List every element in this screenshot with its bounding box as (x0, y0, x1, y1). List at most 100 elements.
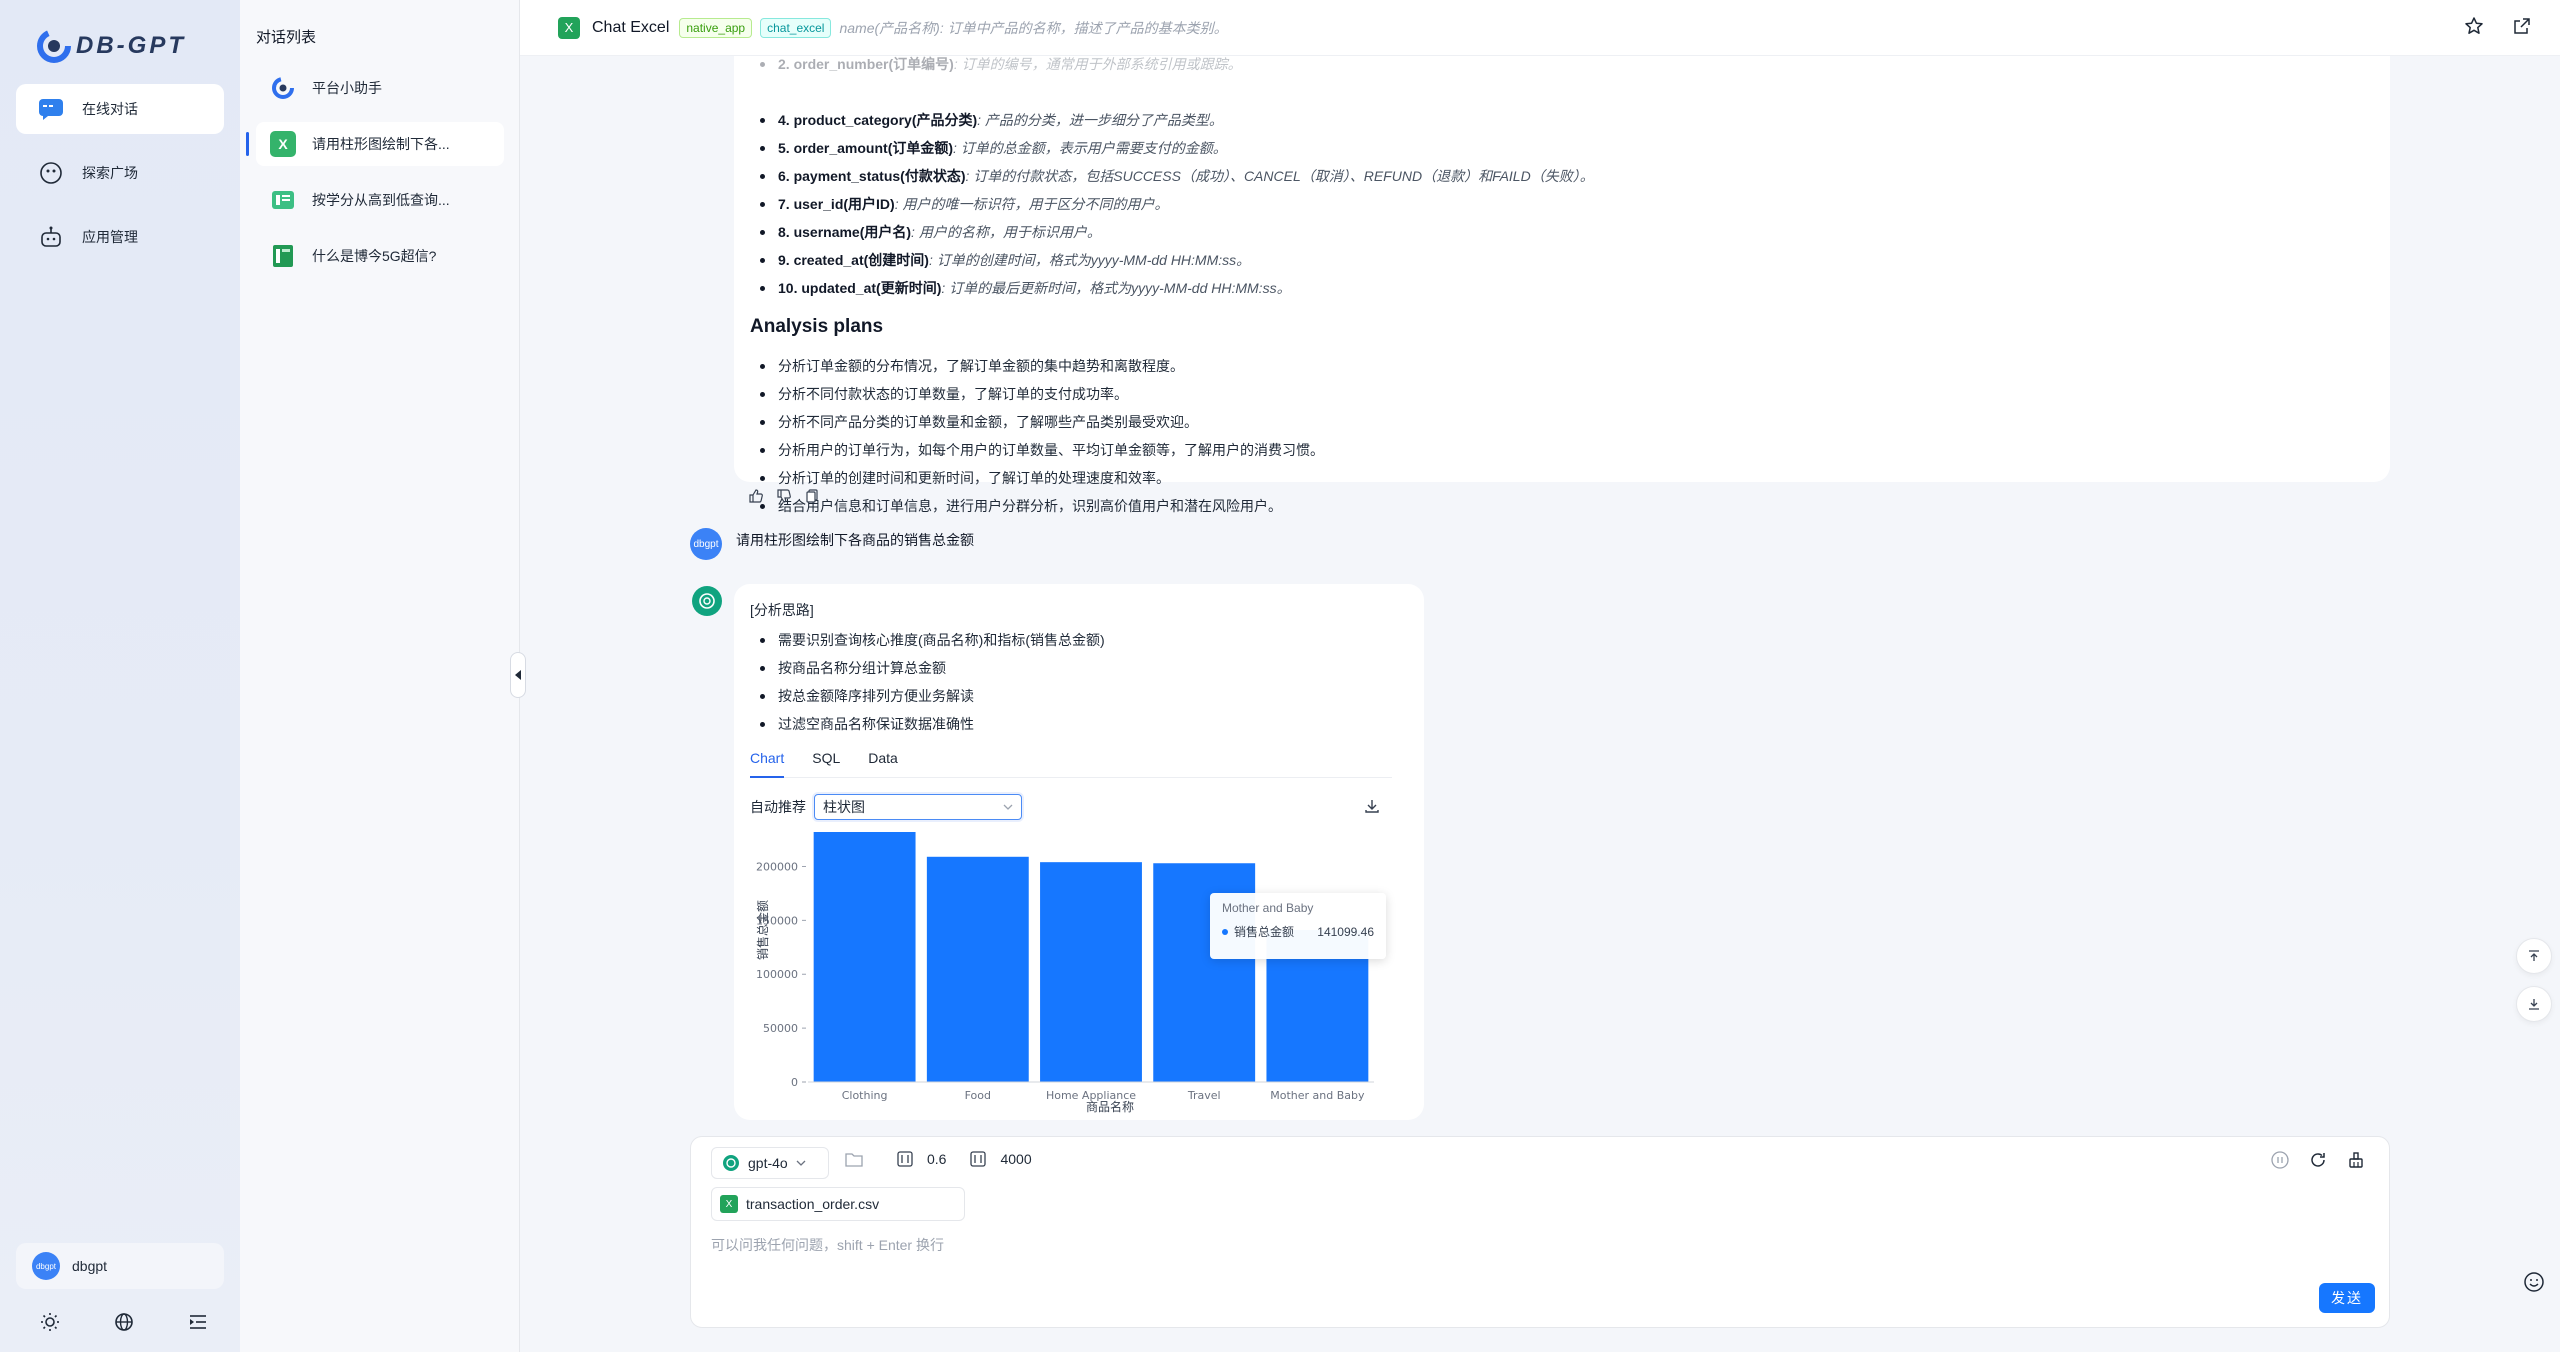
copy-icon[interactable] (804, 488, 820, 504)
conversation-item[interactable]: 按学分从高到低查询... (256, 178, 504, 222)
rail-item-label: 在线对话 (82, 101, 138, 117)
y-tick-label: 200000 (756, 860, 798, 873)
list-item: 结合用户信息和订单信息，进行用户分群分析，识别高价值用户和潜在风险用户。 (750, 492, 2374, 520)
pause-icon[interactable] (2271, 1151, 2289, 1169)
y-tick-label: 0 (791, 1076, 798, 1089)
list-item: 分析用户的订单行为，如每个用户的订单数量、平均订单金额等，了解用户的消费习惯。 (750, 436, 2374, 464)
rail-item-label: 探索广场 (82, 165, 138, 181)
x-tick-label: Travel (1187, 1089, 1221, 1102)
globe-icon[interactable] (112, 1310, 136, 1334)
attached-file[interactable]: X transaction_order.csv (711, 1187, 965, 1221)
temperature-icon[interactable] (897, 1151, 913, 1167)
model-name: gpt-4o (748, 1155, 788, 1171)
scrolled-text: name(产品名称): 订单中产品的名称，描述了产品的基本类别。 (839, 19, 1228, 36)
tooltip-title: Mother and Baby (1222, 901, 1314, 915)
rail-item-app-manage[interactable]: 应用管理 (16, 212, 224, 262)
download-icon[interactable] (1364, 798, 1380, 814)
thumbs-down-icon[interactable] (776, 488, 792, 504)
list-item: 6. payment_status(付款状态): 订单的付款状态，包括SUCCE… (750, 162, 2374, 190)
model-select[interactable]: gpt-4o (711, 1147, 829, 1179)
list-item: 10. updated_at(更新时间): 订单的最后更新时间，格式为yyyy-… (750, 274, 2374, 302)
temperature-value[interactable]: 0.6 (927, 1151, 946, 1167)
send-button[interactable]: 发送 (2319, 1283, 2375, 1313)
sun-icon[interactable] (38, 1310, 62, 1334)
openai-logo-icon (723, 1155, 739, 1171)
bar[interactable] (813, 832, 916, 1082)
result-tabs: Chart SQL Data (750, 744, 1392, 778)
list-item: 分析不同付款状态的订单数量，了解订单的支付成功率。 (750, 380, 2374, 408)
x-tick-label: Clothing (842, 1089, 888, 1102)
smile-icon (2524, 1272, 2544, 1292)
user-profile[interactable]: dbgpt dbgpt (16, 1243, 224, 1289)
list-item: 按商品名称分组计算总金额 (750, 654, 1408, 682)
rail-item-online-chat[interactable]: 在线对话 (16, 84, 224, 134)
list-item: 分析订单金额的分布情况，了解订单金额的集中趋势和离散程度。 (750, 352, 2374, 380)
conversation-item[interactable]: 什么是博今5G超信? (256, 234, 504, 278)
list-item: 4. product_category(产品分类): 产品的分类，进一步细分了产… (750, 106, 2374, 134)
y-tick-label: 100000 (756, 968, 798, 981)
x-axis-label: 商品名称 (1086, 1099, 1134, 1114)
bar[interactable] (926, 856, 1029, 1082)
list-item: 按总金额降序排列方便业务解读 (750, 682, 1408, 710)
conversation-label: 什么是博今5G超信? (312, 248, 437, 264)
excel-icon: X (558, 16, 580, 39)
tab-data[interactable]: Data (868, 744, 898, 778)
refresh-icon[interactable] (2309, 1151, 2327, 1169)
tab-sql[interactable]: SQL (812, 744, 840, 778)
prompt-input[interactable] (711, 1233, 2311, 1257)
clear-icon[interactable] (2347, 1151, 2365, 1169)
conversation-list-title: 对话列表 (256, 29, 317, 46)
tab-chart[interactable]: Chart (750, 744, 785, 778)
assistant-message-card: 2. order_number(订单编号): 订单的编号，通常用于外部系统引用或… (734, 30, 2390, 514)
chevron-down-icon (796, 1160, 806, 1166)
excel-icon: X (270, 131, 296, 157)
conversation-label: 平台小助手 (312, 80, 382, 96)
y-axis: 050000100000150000200000 (756, 860, 806, 1089)
tooltip-series: 销售总金额 (1234, 925, 1295, 939)
app-logo[interactable]: DB-GPT (34, 26, 186, 66)
thinking-list: 需要识别查询核心推度(商品名称)和指标(销售总金额) 按商品名称分组计算总金额 … (750, 626, 1408, 738)
feedback-button[interactable] (2516, 1264, 2552, 1300)
user-message: dbgpt 请用柱形图绘制下各商品的销售总金额 (690, 528, 974, 560)
rail-toolbar (38, 1310, 210, 1334)
share-icon[interactable] (2512, 16, 2532, 36)
main-panel: X Chat Excel native_app chat_excel name(… (520, 0, 2560, 1352)
user-message-text: 请用柱形图绘制下各商品的销售总金额 (736, 532, 974, 548)
folder-icon[interactable] (845, 1151, 863, 1167)
tooltip-row: 销售总金额 141099.46 (1222, 923, 1374, 940)
conversation-label: 请用柱形图绘制下各... (312, 136, 450, 152)
bar[interactable] (1040, 862, 1142, 1082)
file-name: transaction_order.csv (746, 1196, 880, 1212)
conversation-item[interactable]: 平台小助手 (256, 66, 504, 110)
max-tokens-icon[interactable] (970, 1151, 987, 1167)
chart-type-value: 柱状图 (823, 799, 865, 815)
list-item: 8. username(用户名): 用户的名称，用于标识用户。 (750, 218, 2374, 246)
max-tokens-value[interactable]: 4000 (1000, 1151, 1031, 1167)
x-axis: Clothing Food Home Appliance Travel Mother a… (808, 1081, 1374, 1102)
thinking-title: [分析思路] (750, 602, 814, 618)
input-right-tools (2271, 1151, 2365, 1169)
thumbs-up-icon[interactable] (748, 488, 764, 504)
chat-icon (38, 96, 64, 122)
scroll-bottom-button[interactable] (2516, 986, 2552, 1022)
chart-type-select[interactable]: 柱状图 (814, 794, 1022, 820)
tag-native-app: native_app (679, 17, 753, 38)
list-item: 分析不同产品分类的订单数量和金额，了解哪些产品类别最受欢迎。 (750, 408, 2374, 436)
assistant-chart-message: [分析思路] 需要识别查询核心推度(商品名称)和指标(销售总金额) 按商品名称分… (734, 584, 1424, 1120)
list-item: 5. order_amount(订单金额): 订单的总金额，表示用户需要支付的金… (750, 134, 2374, 162)
database-icon (270, 187, 296, 213)
conversation-item[interactable]: X 请用柱形图绘制下各... (246, 122, 504, 166)
conversation-label: 按学分从高到低查询... (312, 192, 450, 208)
x-tick-label: Food (965, 1089, 991, 1102)
star-icon[interactable] (2464, 16, 2484, 36)
arrow-to-bottom-icon (2529, 999, 2539, 1010)
page-title: Chat Excel (592, 18, 670, 36)
analysis-plans-heading: Analysis plans (750, 316, 884, 337)
user-name: dbgpt (72, 1258, 108, 1274)
rail-item-explore[interactable]: 探索广场 (16, 148, 224, 198)
left-rail: DB-GPT 在线对话 探索广场 应用管理 dbgpt dbgpt (0, 0, 240, 1352)
dbgpt-logo-icon (270, 75, 296, 101)
scroll-top-button[interactable] (2516, 938, 2552, 974)
logo-text: DB-GPT (76, 32, 186, 59)
menu-fold-icon[interactable] (186, 1310, 210, 1334)
